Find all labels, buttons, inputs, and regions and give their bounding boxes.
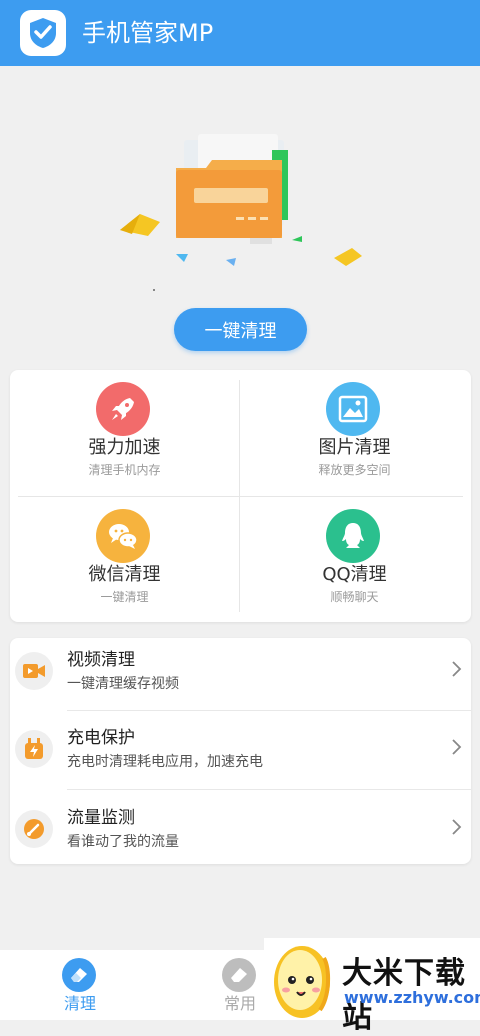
- wechat-icon: [96, 509, 150, 563]
- charging-icon: [15, 730, 53, 768]
- qq-icon: [326, 509, 380, 563]
- list-item-subtitle: 一键清理缓存视频: [67, 676, 179, 692]
- shield-check-icon: [20, 10, 66, 56]
- chevron-right-icon: [452, 739, 462, 755]
- list-item-title: 视频清理: [67, 650, 135, 670]
- feature-title: QQ清理: [322, 564, 387, 585]
- feature-subtitle: 清理手机内存: [88, 463, 161, 477]
- app-header: 手机管家MP: [0, 0, 480, 66]
- list-item-subtitle: 看谁动了我的流量: [67, 834, 179, 850]
- one-click-clean-button[interactable]: 一键清理: [174, 308, 307, 351]
- feature-title: 图片清理: [318, 437, 391, 458]
- list-item-video-clean[interactable]: 视频清理 一键清理缓存视频: [10, 638, 471, 713]
- folder-clean-illustration: [0, 110, 480, 300]
- watermark: 大米下载站 www.zzhyw.com: [264, 938, 480, 1035]
- common-icon: [222, 958, 256, 992]
- feature-image-clean[interactable]: 图片清理 释放更多空间: [240, 370, 469, 496]
- watermark-url: www.zzhyw.com: [344, 988, 480, 1007]
- feature-wechat-clean[interactable]: 微信清理 一键清理: [10, 497, 239, 623]
- list-item-title: 流量监测: [67, 808, 135, 828]
- tool-list: 视频清理 一键清理缓存视频 充电保护 充电时清理耗电应用，加速充电 流量监测 看…: [10, 638, 471, 864]
- list-item-charge-protect[interactable]: 充电保护 充电时清理耗电应用，加速充电: [10, 716, 471, 791]
- tab-clean[interactable]: 清理: [30, 950, 130, 1020]
- rocket-icon: [96, 382, 150, 436]
- list-item-title: 充电保护: [67, 728, 135, 748]
- eraser-icon: [62, 958, 96, 992]
- row-divider: [67, 710, 471, 711]
- feature-title: 强力加速: [88, 437, 161, 458]
- chevron-right-icon: [452, 661, 462, 677]
- feature-grid: 强力加速 清理手机内存 图片清理 释放更多空间 微信清理 一键清理 QQ清理 顺…: [10, 370, 471, 622]
- row-divider: [67, 789, 471, 790]
- tab-label: 清理: [63, 994, 96, 1013]
- feature-qq-clean[interactable]: QQ清理 顺畅聊天: [240, 497, 469, 623]
- video-icon: [15, 652, 53, 690]
- image-icon: [326, 382, 380, 436]
- chevron-right-icon: [452, 819, 462, 835]
- feature-subtitle: 顺畅聊天: [330, 590, 379, 604]
- feature-title: 微信清理: [88, 564, 161, 585]
- mascot-logo: [274, 946, 331, 1018]
- gauge-icon: [15, 810, 53, 848]
- feature-subtitle: 释放更多空间: [318, 463, 391, 477]
- app-title: 手机管家MP: [82, 19, 214, 47]
- list-item-traffic-monitor[interactable]: 流量监测 看谁动了我的流量: [10, 796, 471, 871]
- list-item-subtitle: 充电时清理耗电应用，加速充电: [67, 754, 263, 770]
- feature-boost[interactable]: 强力加速 清理手机内存: [10, 370, 239, 496]
- feature-subtitle: 一键清理: [100, 590, 149, 604]
